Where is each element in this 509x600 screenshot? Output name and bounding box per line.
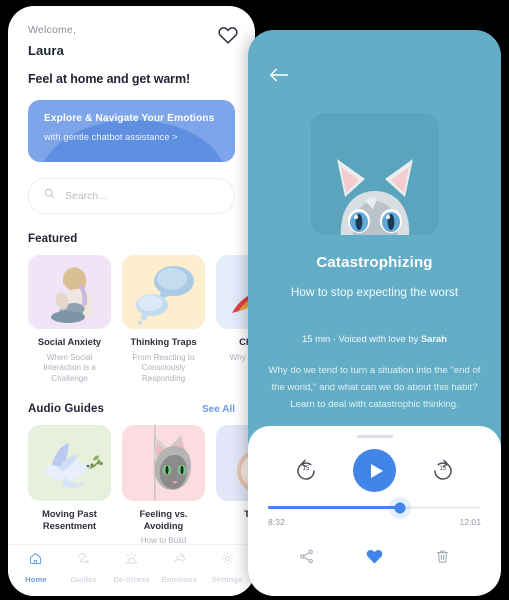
- search-icon: [43, 187, 56, 205]
- dove-olive-branch-icon: [43, 443, 103, 489]
- sheet-grabber-handle[interactable]: [356, 435, 393, 438]
- nav-item-emotions[interactable]: Emotions: [155, 551, 203, 584]
- audio-card-moving-past-resentment[interactable]: Moving Past Resentment: [28, 425, 111, 544]
- transport-controls: 15 15: [248, 449, 501, 492]
- heart-filled-icon[interactable]: [363, 545, 385, 567]
- audio-card-feeling-vs-avoiding[interactable]: Feeling vs. Avoiding How to Build Emotio…: [122, 425, 205, 544]
- audio-guides-section-header: Audio Guides See All: [28, 403, 235, 415]
- arrow-left-icon[interactable]: [268, 66, 290, 84]
- nav-label: Guides: [70, 575, 97, 584]
- meta-voiced-prefix: Voiced with love by: [338, 333, 421, 344]
- meta-separator: ·: [330, 333, 339, 344]
- user-name: Laura: [28, 43, 64, 58]
- card-thumbnail: [122, 255, 205, 329]
- featured-card-social-anxiety[interactable]: Social Anxiety When Social Interaction i…: [28, 255, 111, 384]
- meta-duration: 15 min: [302, 333, 331, 344]
- nav-item-settings[interactable]: Settings: [203, 551, 251, 584]
- emotions-icon: [172, 551, 187, 571]
- nav-label: Home: [25, 575, 47, 584]
- card-title: Social Anxiety: [37, 337, 102, 347]
- share-icon[interactable]: [295, 545, 317, 567]
- app-stage: Welcome, Laura Feel at home and get warm…: [0, 0, 509, 600]
- home-screen: Welcome, Laura Feel at home and get warm…: [8, 6, 255, 596]
- home-header: Welcome, Laura Feel at home and get warm…: [8, 6, 255, 86]
- card-subtitle: From Reacting to Consciously Responding: [132, 352, 195, 383]
- player-title: Catastrophizing: [316, 254, 433, 271]
- audio-guides-card-row[interactable]: Moving Past Resentment Feeling vs. Avoid…: [8, 425, 255, 544]
- featured-card-row[interactable]: Social Anxiety When Social Interaction i…: [8, 255, 255, 384]
- nav-label: De-Stress: [113, 575, 150, 584]
- nav-item-de-stress[interactable]: De-Stress: [108, 551, 156, 584]
- search-bar[interactable]: [28, 178, 235, 214]
- elapsed-time: 8:32: [268, 517, 285, 527]
- card-title: Feeling vs. Avoiding: [139, 509, 188, 531]
- play-button[interactable]: [353, 449, 396, 492]
- player-action-row: [248, 545, 501, 567]
- tagline: Feel at home and get warm!: [28, 72, 191, 86]
- progress-slider[interactable]: 8:32 12:01: [268, 496, 481, 527]
- progress-knob[interactable]: [394, 502, 406, 513]
- welcome-label: Welcome,: [28, 24, 77, 36]
- person-hugging-knees-icon: [50, 267, 93, 323]
- see-all-link[interactable]: See All: [202, 404, 235, 415]
- featured-section-header: Featured: [28, 233, 235, 245]
- rewind-15-label: 15: [302, 465, 310, 472]
- audio-guides-title: Audio Guides: [28, 403, 104, 416]
- banner-text-block: Explore & Navigate Your Emotions with ge…: [28, 100, 235, 142]
- trash-icon[interactable]: [432, 545, 454, 567]
- card-subtitle: When Social Interaction is a Challenge: [43, 352, 96, 383]
- banner-title: Explore & Navigate Your Emotions: [44, 113, 215, 124]
- featured-card-thinking-traps[interactable]: Thinking Traps From Reacting to Consciou…: [122, 255, 205, 384]
- player-description: Why do we tend to turn a situation into …: [268, 365, 481, 411]
- card-subtitle: How to Build Emotional: [140, 536, 187, 544]
- nav-item-guides[interactable]: Guides: [60, 551, 108, 584]
- search-input[interactable]: [65, 190, 220, 202]
- forward-15-label: 15: [439, 465, 447, 472]
- meta-voice-name: Sarah: [420, 333, 447, 344]
- featured-title: Featured: [28, 233, 78, 245]
- total-time: 12:01: [459, 517, 481, 527]
- bottom-navigation-bar: Home Guides De-Stress Emotions Settings: [8, 544, 255, 596]
- nav-item-home[interactable]: Home: [12, 551, 60, 584]
- card-title: Thinking Traps: [130, 337, 197, 347]
- banner-subtitle: with gentle chatbot assistance >: [44, 132, 178, 142]
- player-subtitle: How to stop expecting the worst: [290, 285, 459, 299]
- player-control-sheet: 15 15 8:32 12:01: [248, 426, 501, 596]
- player-hero-artwork: [310, 113, 439, 235]
- nav-label: Settings: [211, 575, 243, 584]
- cat-peeking-icon: [336, 159, 413, 235]
- home-icon: [28, 551, 43, 571]
- guides-icon: [76, 551, 91, 571]
- chatbot-banner[interactable]: Explore & Navigate Your Emotions with ge…: [28, 100, 235, 162]
- card-thumbnail: [122, 425, 205, 502]
- thought-bubbles-icon: [135, 266, 194, 326]
- card-thumbnail: [28, 255, 111, 329]
- progress-timestamps: 8:32 12:01: [268, 517, 481, 527]
- forward-15-icon[interactable]: 15: [430, 458, 456, 484]
- sunrise-icon: [124, 551, 139, 571]
- nav-label: Emotions: [161, 575, 197, 584]
- rewind-15-icon[interactable]: 15: [293, 458, 319, 484]
- progress-track[interactable]: [268, 496, 481, 519]
- card-thumbnail: [28, 425, 111, 502]
- heart-outline-icon[interactable]: [217, 24, 239, 46]
- card-title: Moving Past Resentment: [42, 509, 97, 531]
- gear-icon: [220, 551, 235, 571]
- player-screen: Catastrophizing How to stop expecting th…: [248, 30, 501, 596]
- play-icon: [370, 463, 383, 478]
- cat-face-icon: [153, 425, 191, 502]
- progress-fill: [268, 506, 401, 509]
- home-scroll-area[interactable]: Welcome, Laura Feel at home and get warm…: [8, 6, 255, 544]
- player-meta: 15 min · Voiced with love by Sarah: [248, 333, 501, 344]
